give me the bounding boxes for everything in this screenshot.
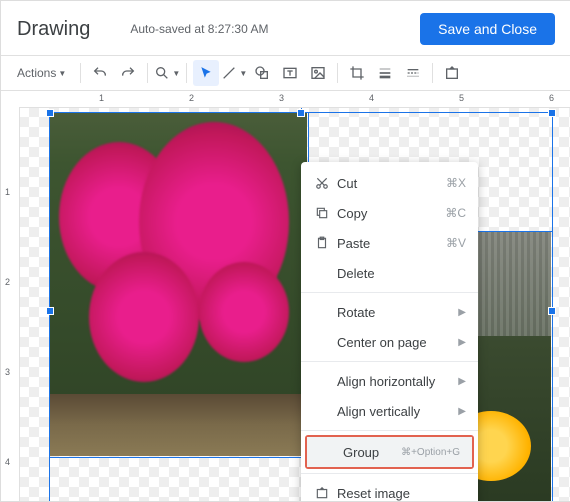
- crop-button[interactable]: [344, 60, 370, 86]
- toolbar: Actions▼ ▼ ▼: [1, 55, 570, 91]
- image-tool-button[interactable]: [305, 60, 331, 86]
- crop-icon: [349, 65, 365, 81]
- undo-button[interactable]: [87, 60, 113, 86]
- resize-handle-w[interactable]: [46, 307, 54, 315]
- actions-label: Actions: [17, 66, 56, 80]
- ruler-tick: 5: [459, 93, 464, 103]
- ruler-tick: 3: [5, 367, 10, 377]
- ruler-tick: 2: [5, 277, 10, 287]
- ruler-tick: 6: [549, 93, 554, 103]
- cursor-icon: [199, 66, 213, 80]
- redo-button[interactable]: [115, 60, 141, 86]
- menu-label: Group: [339, 445, 401, 460]
- separator: [432, 63, 433, 83]
- actions-menu-button[interactable]: Actions▼: [9, 60, 74, 86]
- submenu-arrow-icon: ▶: [458, 376, 466, 387]
- zoom-button[interactable]: ▼: [154, 60, 180, 86]
- menu-label: Cut: [333, 176, 446, 191]
- menu-label: Rotate: [333, 305, 458, 320]
- resize-handle-nw[interactable]: [46, 109, 54, 117]
- shape-icon: [254, 65, 270, 81]
- menu-item-group[interactable]: Group ⌘+Option+G: [307, 437, 472, 467]
- resize-handle-e[interactable]: [548, 307, 556, 315]
- zoom-icon: [154, 65, 170, 81]
- border-dash-icon: [405, 65, 421, 81]
- menu-divider: [301, 361, 478, 362]
- menu-divider: [301, 292, 478, 293]
- menu-shortcut: ⌘C: [445, 206, 466, 220]
- separator: [186, 63, 187, 83]
- textbox-tool-button[interactable]: [277, 60, 303, 86]
- menu-divider: [301, 473, 478, 474]
- highlighted-item: Group ⌘+Option+G: [305, 435, 474, 469]
- ruler-tick: 4: [369, 93, 374, 103]
- drawing-editor: Drawing Auto-saved at 8:27:30 AM Save an…: [0, 0, 570, 502]
- reset-image-icon: [311, 486, 333, 500]
- menu-shortcut: ⌘+Option+G: [401, 447, 460, 458]
- menu-label: Align horizontally: [333, 374, 458, 389]
- line-icon: [221, 65, 237, 81]
- line-tool-button[interactable]: ▼: [221, 60, 247, 86]
- border-weight-button[interactable]: [372, 60, 398, 86]
- menu-item-align-horizontal[interactable]: Align horizontally ▶: [301, 366, 478, 396]
- menu-label: Align vertically: [333, 404, 458, 419]
- submenu-arrow-icon: ▶: [458, 337, 466, 348]
- menu-label: Reset image: [333, 486, 466, 501]
- ruler-horizontal: 1 2 3 4 5 6: [19, 91, 570, 108]
- ruler-tick: 4: [5, 457, 10, 467]
- autosave-status: Auto-saved at 8:27:30 AM: [130, 22, 420, 36]
- drawing-canvas[interactable]: Cut ⌘X Copy ⌘C Paste ⌘V Delete: [19, 107, 570, 502]
- menu-item-copy[interactable]: Copy ⌘C: [301, 198, 478, 228]
- menu-shortcut: ⌘X: [446, 176, 466, 190]
- menu-label: Copy: [333, 206, 445, 221]
- ruler-tick: 2: [189, 93, 194, 103]
- ruler-tick: 1: [5, 187, 10, 197]
- redo-icon: [120, 65, 136, 81]
- select-tool-button[interactable]: [193, 60, 219, 86]
- canvas-area: 1 2 3 4 5 6 1 2 3 4: [1, 91, 570, 502]
- app-title: Drawing: [17, 18, 90, 41]
- textbox-icon: [282, 65, 298, 81]
- chevron-down-icon: ▼: [58, 69, 66, 78]
- shape-tool-button[interactable]: [249, 60, 275, 86]
- chevron-down-icon: ▼: [172, 69, 180, 78]
- menu-divider: [301, 430, 478, 431]
- context-menu: Cut ⌘X Copy ⌘C Paste ⌘V Delete: [301, 162, 478, 502]
- submenu-arrow-icon: ▶: [458, 406, 466, 417]
- image-icon: [310, 65, 326, 81]
- menu-label: Center on page: [333, 335, 458, 350]
- menu-item-center[interactable]: Center on page ▶: [301, 327, 478, 357]
- menu-item-delete[interactable]: Delete: [301, 258, 478, 288]
- menu-item-cut[interactable]: Cut ⌘X: [301, 168, 478, 198]
- menu-label: Delete: [333, 266, 466, 281]
- separator: [337, 63, 338, 83]
- reset-image-button[interactable]: [439, 60, 465, 86]
- save-and-close-button[interactable]: Save and Close: [420, 13, 555, 45]
- header: Drawing Auto-saved at 8:27:30 AM Save an…: [1, 1, 570, 55]
- border-weight-icon: [377, 65, 393, 81]
- separator: [147, 63, 148, 83]
- border-dash-button[interactable]: [400, 60, 426, 86]
- menu-item-paste[interactable]: Paste ⌘V: [301, 228, 478, 258]
- menu-item-align-vertical[interactable]: Align vertically ▶: [301, 396, 478, 426]
- reset-image-icon: [444, 65, 460, 81]
- menu-item-rotate[interactable]: Rotate ▶: [301, 297, 478, 327]
- menu-shortcut: ⌘V: [446, 236, 466, 250]
- submenu-arrow-icon: ▶: [458, 307, 466, 318]
- menu-label: Paste: [333, 236, 446, 251]
- chevron-down-icon: ▼: [239, 69, 247, 78]
- ruler-vertical: 1 2 3 4: [1, 107, 20, 502]
- ruler-tick: 3: [279, 93, 284, 103]
- ruler-tick: 1: [99, 93, 104, 103]
- paste-icon: [311, 236, 333, 250]
- resize-handle-ne[interactable]: [548, 109, 556, 117]
- resize-handle-n[interactable]: [297, 109, 305, 117]
- undo-icon: [92, 65, 108, 81]
- cut-icon: [311, 176, 333, 190]
- separator: [80, 63, 81, 83]
- copy-icon: [311, 206, 333, 220]
- menu-item-reset-image[interactable]: Reset image: [301, 478, 478, 502]
